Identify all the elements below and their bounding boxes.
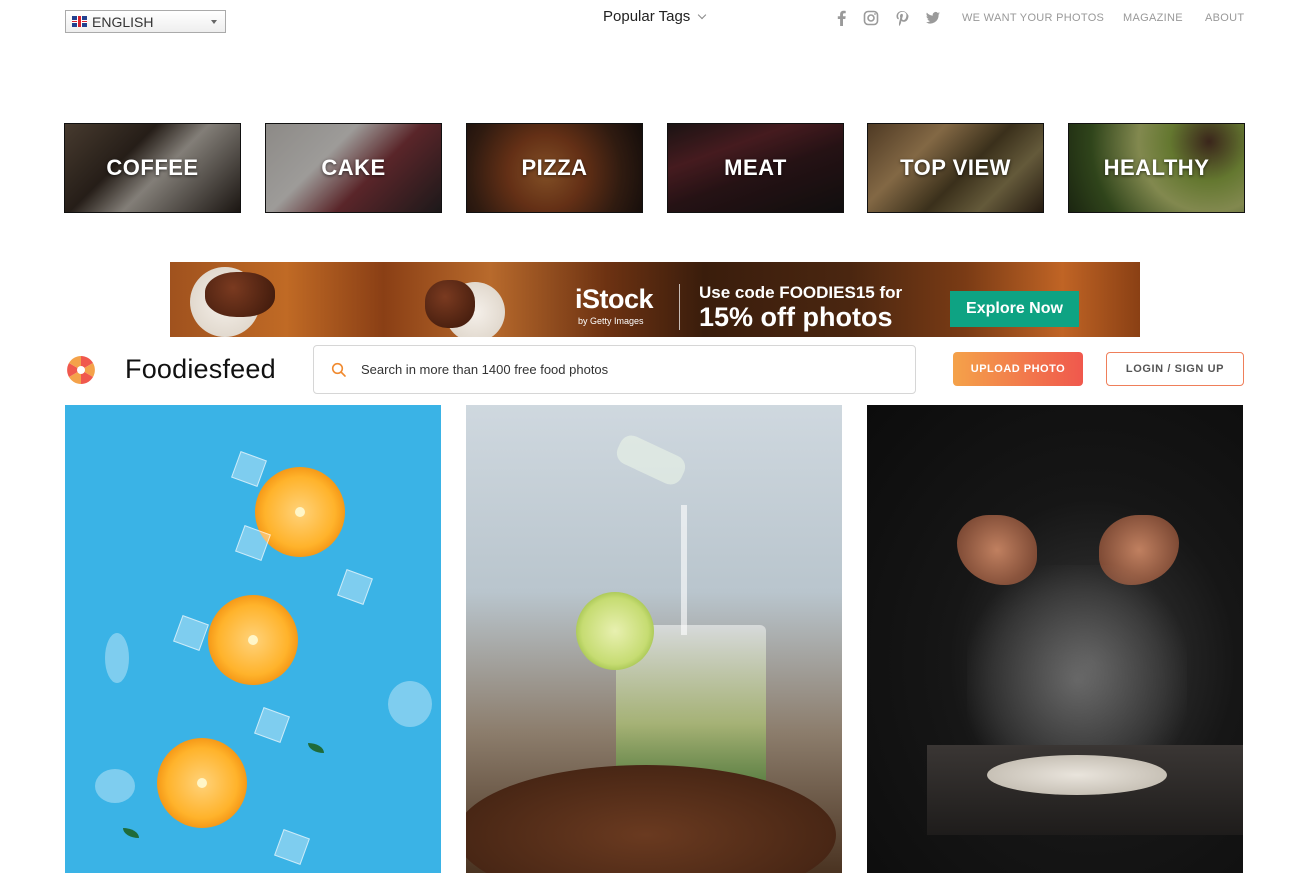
water-drop-image <box>95 769 135 803</box>
category-pizza[interactable]: PIZZA <box>466 123 643 213</box>
pecan-image <box>205 272 275 317</box>
banner-divider <box>679 284 680 330</box>
chevron-down-icon <box>698 10 707 19</box>
getty-subtitle: by Getty Images <box>578 316 644 326</box>
water-drop-image <box>105 633 129 683</box>
upload-photo-button[interactable]: UPLOAD PHOTO <box>953 352 1083 386</box>
category-healthy[interactable]: HEALTHY <box>1068 123 1245 213</box>
twitter-icon[interactable] <box>925 10 941 26</box>
pecan-image <box>425 280 475 328</box>
ice-cube-image <box>231 451 267 487</box>
uk-flag-icon <box>72 16 87 27</box>
search-bar[interactable] <box>313 345 916 394</box>
wooden-board-image <box>466 765 836 873</box>
category-coffee[interactable]: COFFEE <box>64 123 241 213</box>
category-label: MEAT <box>724 155 787 180</box>
search-icon <box>331 362 346 377</box>
nav-about[interactable]: ABOUT <box>1205 12 1244 24</box>
photo-flour-hands[interactable] <box>867 405 1243 873</box>
language-select[interactable]: ENGLISH <box>65 10 226 33</box>
facebook-icon[interactable] <box>834 10 850 26</box>
language-label: ENGLISH <box>92 13 154 30</box>
category-label: COFFEE <box>106 155 199 180</box>
photo-mojito[interactable] <box>466 405 842 873</box>
orange-slice-image <box>255 467 345 557</box>
category-top-view[interactable]: TOP VIEW <box>867 123 1044 213</box>
popular-tags-dropdown[interactable]: Popular Tags <box>603 8 707 25</box>
instagram-icon[interactable] <box>863 10 879 26</box>
bottle-image <box>612 431 690 489</box>
pinterest-icon[interactable] <box>894 10 910 26</box>
istock-logo: iStock <box>575 284 654 314</box>
banner-discount: 15% off photos <box>699 302 893 332</box>
nav-magazine[interactable]: MAGAZINE <box>1123 12 1183 24</box>
ice-cube-image <box>337 569 373 605</box>
ice-cube-image <box>254 707 290 743</box>
orange-slice-image <box>208 595 298 685</box>
mint-leaf-image <box>123 828 139 838</box>
ice-cube-image <box>274 829 310 865</box>
category-label: HEALTHY <box>1103 155 1210 180</box>
mint-leaf-image <box>308 743 324 753</box>
popular-tags-label: Popular Tags <box>603 8 691 25</box>
category-cake[interactable]: CAKE <box>265 123 442 213</box>
water-drop-image <box>388 681 432 727</box>
explore-now-button[interactable]: Explore Now <box>950 291 1079 327</box>
category-meat[interactable]: MEAT <box>667 123 844 213</box>
orange-slice-image <box>157 738 247 828</box>
category-label: PIZZA <box>521 155 588 180</box>
lime-slice-image <box>576 592 654 670</box>
category-label: TOP VIEW <box>900 155 1011 180</box>
pouring-water-image <box>681 505 687 635</box>
flour-pile-image <box>987 755 1167 795</box>
login-signup-button[interactable]: LOGIN / SIGN UP <box>1106 352 1244 386</box>
photo-oranges[interactable] <box>65 405 441 873</box>
category-label: CAKE <box>321 155 386 180</box>
ice-cube-image <box>173 615 209 651</box>
search-input[interactable] <box>359 361 883 378</box>
caret-down-icon <box>211 20 217 24</box>
banner-promo-line: Use code FOODIES15 for <box>699 283 903 302</box>
foodiesfeed-logo-icon[interactable] <box>66 355 96 385</box>
brand-name[interactable]: Foodiesfeed <box>125 354 276 385</box>
istock-banner[interactable]: iStock by Getty Images Use code FOODIES1… <box>170 262 1140 337</box>
nav-want-photos[interactable]: WE WANT YOUR PHOTOS <box>962 12 1104 24</box>
